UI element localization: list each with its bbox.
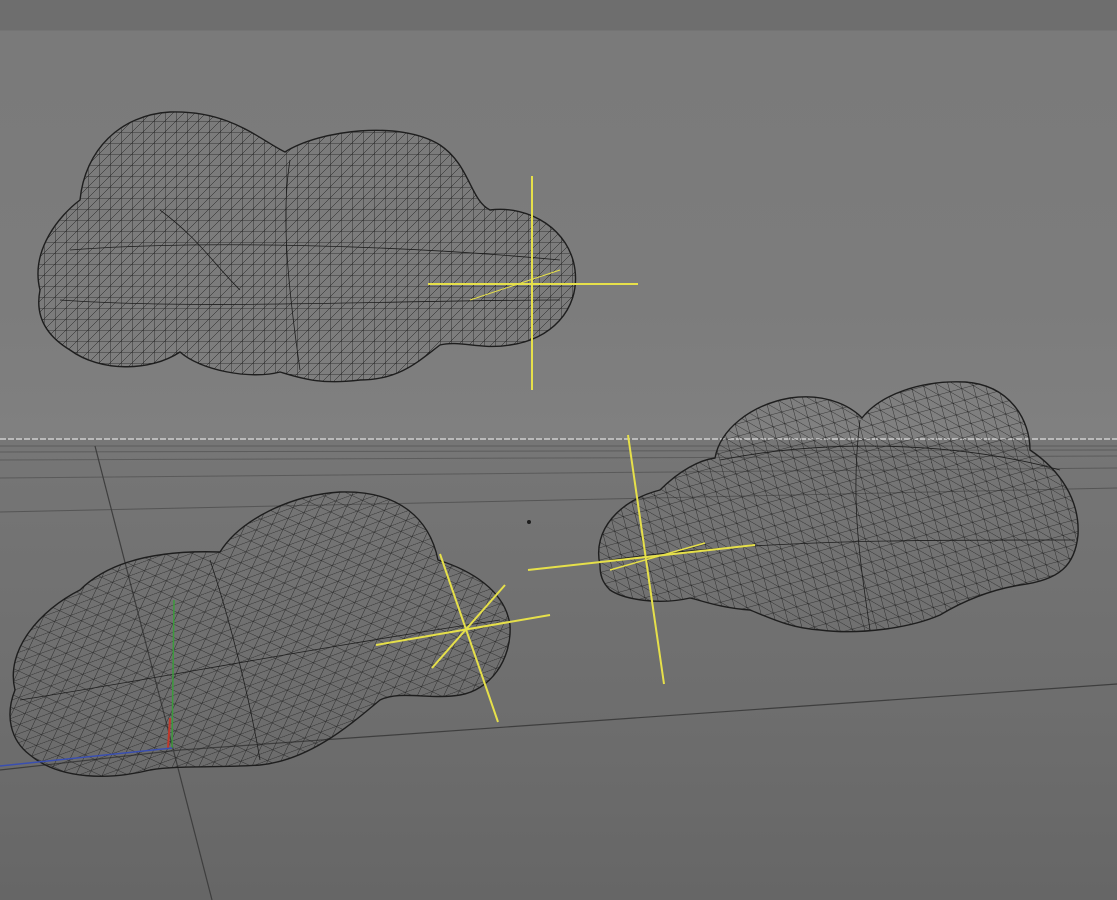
pivot-point-icon	[527, 520, 531, 524]
cloud-mesh-1[interactable]	[37, 111, 577, 383]
scene-canvas[interactable]	[0, 0, 1117, 900]
cloud-shape[interactable]	[597, 381, 1079, 633]
3d-viewport[interactable]	[0, 0, 1117, 900]
cloud-mesh-3[interactable]	[597, 381, 1079, 633]
